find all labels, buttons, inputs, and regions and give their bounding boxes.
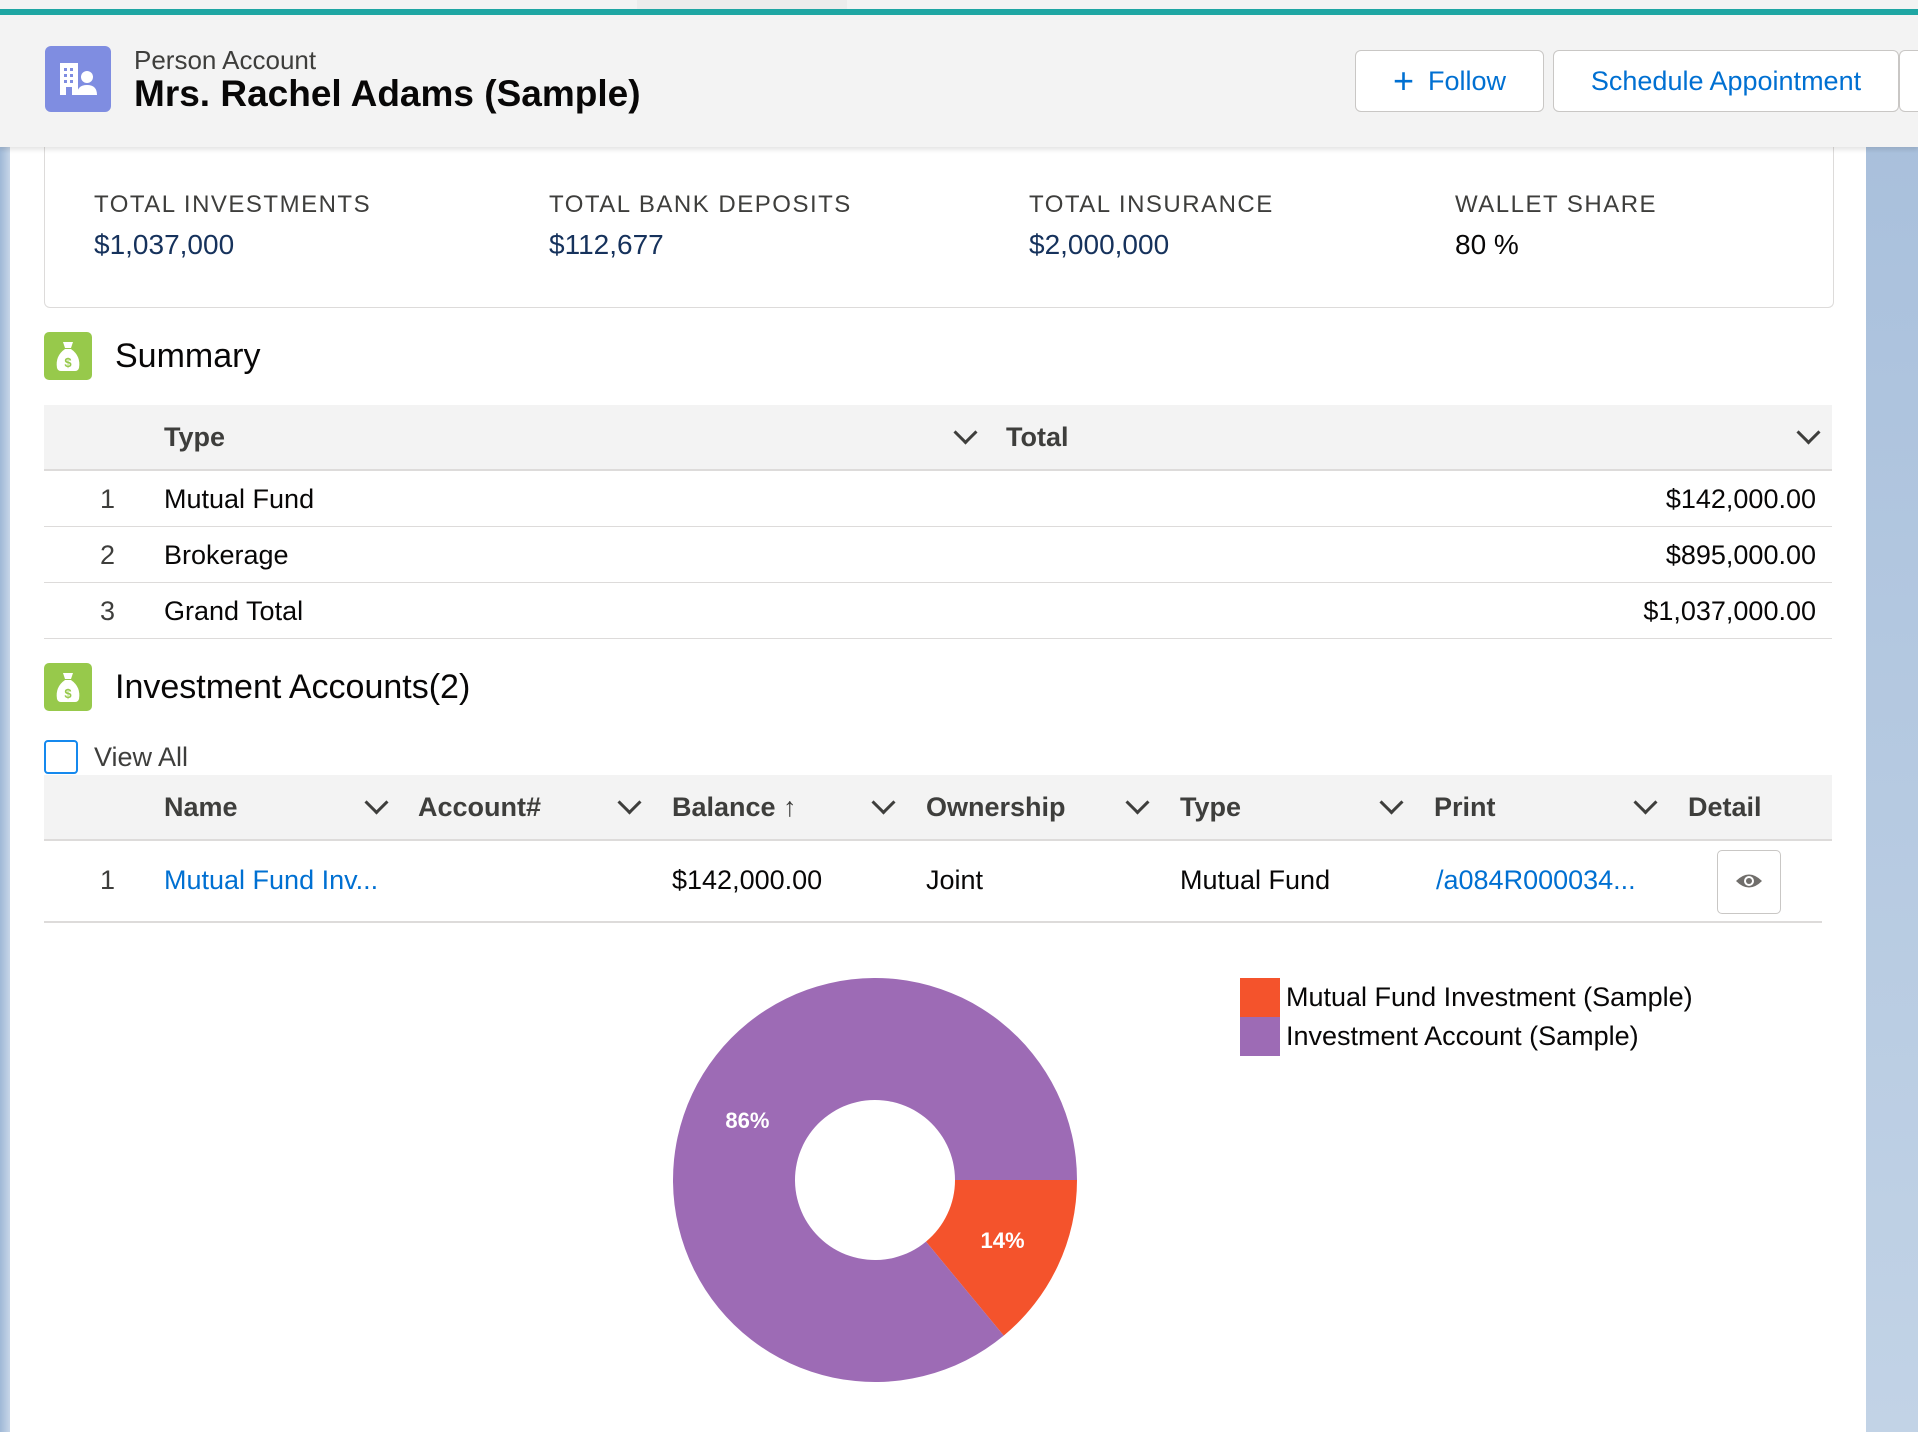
- row-total: $895,000.00: [1665, 540, 1816, 570]
- metric-value: $112,677: [549, 229, 664, 260]
- view-all-toggle[interactable]: View All: [44, 740, 188, 774]
- legend-label: Mutual Fund Investment (Sample): [1286, 982, 1693, 1012]
- metric-wallet-share: WALLET SHARE 80 %: [1455, 191, 1657, 261]
- table-header: Type Total: [44, 405, 1832, 471]
- detail-button[interactable]: [1717, 850, 1781, 914]
- row-total: $142,000.00: [1665, 484, 1816, 514]
- view-all-label: View All: [94, 741, 189, 772]
- legend-swatch: [1240, 1017, 1280, 1056]
- chevron-down-icon[interactable]: [953, 420, 978, 445]
- top-nav-stripe: [0, 0, 1918, 16]
- metric-total-insurance: TOTAL INSURANCE $2,000,000: [1029, 191, 1274, 261]
- row-number: 2: [100, 540, 116, 570]
- metric-label: TOTAL BANK DEPOSITS: [549, 191, 852, 218]
- record-header: Person Account Mrs. Rachel Adams (Sample…: [0, 15, 1918, 147]
- investment-accounts-table: Name Account# Balance ↑ Ownership Type P…: [44, 775, 1832, 923]
- chevron-down-icon[interactable]: [617, 790, 642, 815]
- row-total: $1,037,000.00: [1643, 596, 1816, 626]
- metric-total-investments: TOTAL INVESTMENTS $1,037,000: [94, 191, 371, 261]
- svg-text:$: $: [64, 355, 72, 370]
- legend-item: Investment Account (Sample): [1240, 1017, 1693, 1056]
- column-header-balance-label: Balance: [672, 792, 776, 822]
- column-header-account-number[interactable]: Account#: [418, 792, 541, 823]
- row-number: 1: [100, 865, 116, 895]
- sort-ascending-icon: ↑: [783, 792, 797, 822]
- table-row: 3 Grand Total $1,037,000.00: [44, 583, 1832, 639]
- column-header-total[interactable]: Total: [1006, 422, 1069, 453]
- svg-text:$: $: [64, 686, 72, 701]
- investment-donut-chart: 14% 86%: [673, 978, 1077, 1382]
- legend-label: Investment Account (Sample): [1286, 1021, 1639, 1051]
- slice-percent-label: 14%: [981, 1228, 1025, 1253]
- more-actions-button[interactable]: [1899, 50, 1918, 112]
- type-cell: Mutual Fund: [1180, 865, 1331, 895]
- row-type: Brokerage: [164, 540, 289, 570]
- row-number: 1: [100, 484, 116, 514]
- chevron-down-icon[interactable]: [1796, 420, 1821, 445]
- record-object-type: Person Account: [134, 45, 317, 75]
- column-header-type[interactable]: Type: [1180, 792, 1241, 823]
- ownership-cell: Joint: [926, 865, 984, 895]
- summary-table: Type Total 1 Mutual Fund $142,000.00 2 B…: [44, 405, 1832, 639]
- column-header-name[interactable]: Name: [164, 792, 238, 823]
- metric-label: WALLET SHARE: [1455, 191, 1658, 218]
- chevron-down-icon[interactable]: [1633, 790, 1658, 815]
- chart-legend: Mutual Fund Investment (Sample) Investme…: [1240, 978, 1693, 1056]
- chevron-down-icon[interactable]: [364, 790, 389, 815]
- column-header-ownership[interactable]: Ownership: [926, 792, 1066, 823]
- view-all-checkbox[interactable]: [44, 740, 78, 774]
- active-tab-indicator: [637, 0, 847, 9]
- right-rail: [1866, 140, 1918, 1432]
- table-row: 1 Mutual Fund Inv... $142,000.00 Joint M…: [44, 841, 1822, 923]
- summary-title: Summary: [115, 336, 261, 375]
- chevron-down-icon[interactable]: [871, 790, 896, 815]
- metric-value: $2,000,000: [1029, 229, 1170, 260]
- investment-accounts-title: Investment Accounts(2): [115, 667, 471, 706]
- follow-label: Follow: [1428, 65, 1507, 96]
- highlights-panel: TOTAL INVESTMENTS $1,037,000 TOTAL BANK …: [44, 147, 1834, 308]
- account-name-link[interactable]: Mutual Fund Inv...: [164, 865, 378, 896]
- investment-accounts-section-header: $ Investment Accounts(2): [44, 663, 470, 711]
- row-type: Grand Total: [164, 596, 304, 626]
- chevron-down-icon[interactable]: [1379, 790, 1404, 815]
- metric-value: $1,037,000: [94, 229, 235, 260]
- metric-label: TOTAL INSURANCE: [1029, 191, 1274, 218]
- legend-item: Mutual Fund Investment (Sample): [1240, 978, 1693, 1017]
- print-link[interactable]: /a084R000034...: [1436, 865, 1636, 896]
- column-header-balance[interactable]: Balance ↑: [672, 792, 797, 823]
- person-account-icon: [45, 46, 111, 112]
- column-header-type[interactable]: Type: [164, 422, 225, 453]
- schedule-appointment-button[interactable]: Schedule Appointment: [1553, 50, 1899, 112]
- money-bag-icon: $: [44, 663, 92, 711]
- eye-icon: [1736, 874, 1762, 888]
- metric-label: TOTAL INVESTMENTS: [94, 191, 372, 218]
- chevron-down-icon[interactable]: [1125, 790, 1150, 815]
- summary-section-header: $ Summary: [44, 332, 260, 380]
- row-type: Mutual Fund: [164, 484, 315, 514]
- balance-cell: $142,000.00: [672, 865, 823, 895]
- follow-button[interactable]: + Follow: [1355, 50, 1544, 112]
- record-title: Mrs. Rachel Adams (Sample): [134, 73, 641, 114]
- table-row: 1 Mutual Fund $142,000.00: [44, 471, 1832, 527]
- metric-value: 80 %: [1455, 229, 1519, 260]
- table-header: Name Account# Balance ↑ Ownership Type P…: [44, 775, 1832, 841]
- plus-icon: +: [1392, 60, 1414, 101]
- legend-swatch: [1240, 978, 1280, 1017]
- row-number: 3: [100, 596, 116, 626]
- column-header-print[interactable]: Print: [1434, 792, 1496, 823]
- column-header-detail: Detail: [1688, 792, 1762, 822]
- money-bag-icon: $: [44, 332, 92, 380]
- table-row: 2 Brokerage $895,000.00: [44, 527, 1832, 583]
- metric-total-bank-deposits: TOTAL BANK DEPOSITS $112,677: [549, 191, 852, 261]
- slice-percent-label: 86%: [725, 1108, 769, 1133]
